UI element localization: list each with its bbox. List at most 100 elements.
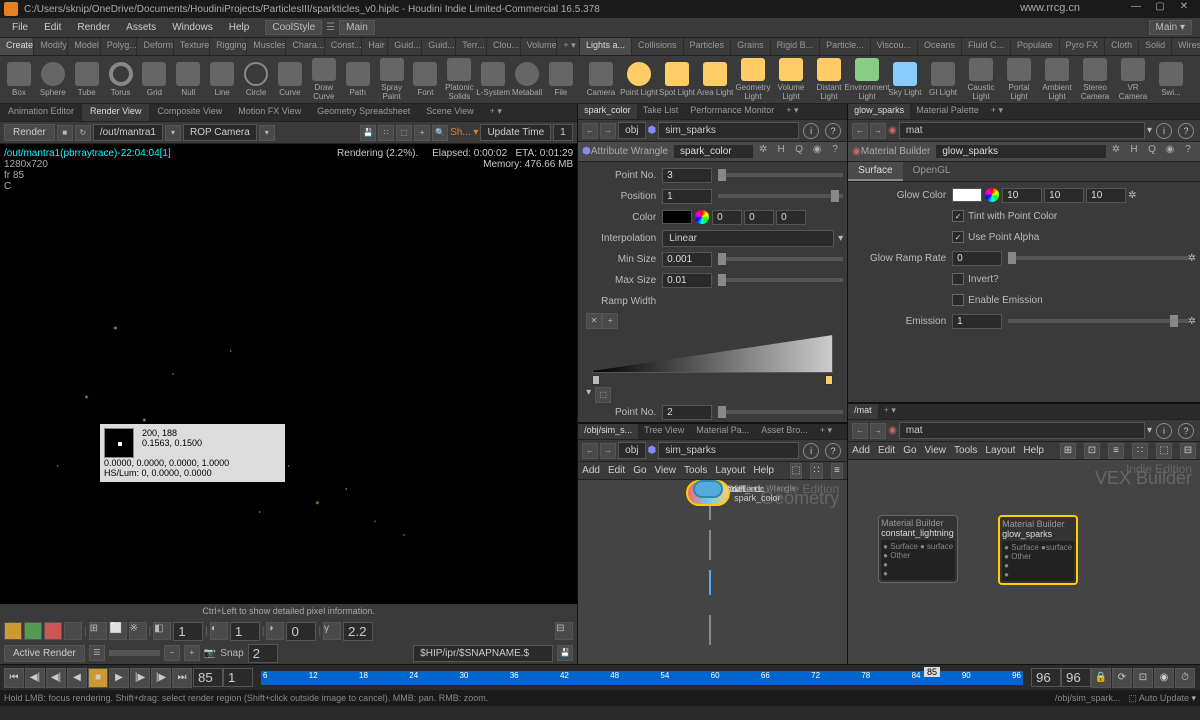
timeline-track[interactable]: 6121824303642485460667278849096 85 <box>261 671 1023 685</box>
tool-vollight[interactable]: Volume Light <box>772 58 810 101</box>
play-icon[interactable]: ▶ <box>109 668 129 688</box>
gamma-field[interactable] <box>343 622 373 641</box>
stop-icon[interactable]: ■ <box>88 668 108 688</box>
step-fwd-icon[interactable]: |▶ <box>130 668 150 688</box>
tool-lsystem[interactable]: L-System <box>476 58 510 101</box>
last-frame-icon[interactable]: ⏭ <box>172 668 192 688</box>
network-view-mid[interactable]: Indie Edition Geometry from_ndc add1 con… <box>578 480 847 664</box>
tool-arealight[interactable]: Area Light <box>696 58 734 101</box>
render-viewport[interactable]: /out/mantra1(pbrraytrace)-22:04:04[1] 12… <box>0 144 577 604</box>
menu-file[interactable]: File <box>4 22 36 33</box>
node-name-field[interactable]: spark_color <box>674 145 753 158</box>
tool-switcher[interactable]: Swi... <box>1152 58 1190 101</box>
tool-stereocam[interactable]: Stereo Camera <box>1076 58 1114 101</box>
pin-icon[interactable]: i <box>803 123 819 139</box>
ramp-widget[interactable] <box>592 333 833 383</box>
current-frame-field[interactable] <box>193 668 223 687</box>
emission-checkbox[interactable] <box>952 294 964 306</box>
status-hint: Hold LMB: focus rendering. Shift+drag: s… <box>4 693 488 703</box>
save-icon[interactable]: 💾 <box>360 125 376 141</box>
tool-ambientlight[interactable]: Ambient Light <box>1038 58 1076 101</box>
tool-circle[interactable]: Circle <box>239 58 273 101</box>
clock-icon[interactable]: ⏱ <box>1175 668 1195 688</box>
exposure-field[interactable] <box>173 622 203 641</box>
close-button[interactable]: ✕ <box>1172 1 1196 17</box>
minimize-button[interactable]: — <box>1124 1 1148 17</box>
node-out[interactable]: OUT <box>693 480 746 498</box>
first-frame-icon[interactable]: ⏮ <box>4 668 24 688</box>
menu-edit[interactable]: Edit <box>36 22 69 33</box>
tool-geolight[interactable]: Geometry Light <box>734 58 772 101</box>
timeline: ⏮ ◀| ◀| ◀ ■ ▶ |▶ |▶ ⏭ 612182430364248546… <box>0 664 1200 690</box>
tool-null[interactable]: Null <box>171 58 205 101</box>
invert-checkbox[interactable] <box>952 273 964 285</box>
shelf-tools-right: Camera Point Light Spot Light Area Light… <box>580 56 1200 104</box>
step-back-icon[interactable]: ◀| <box>46 668 66 688</box>
refresh-icon[interactable]: ↻ <box>75 125 91 141</box>
tool-torus[interactable]: Torus <box>104 58 138 101</box>
tool-tube[interactable]: Tube <box>70 58 104 101</box>
colorwheel-icon[interactable] <box>695 210 709 224</box>
tool-gilight[interactable]: GI Light <box>924 58 962 101</box>
tool-vrcam[interactable]: VR Camera <box>1114 58 1152 101</box>
gear-icon[interactable]: ✲ <box>755 144 771 160</box>
menu-assets[interactable]: Assets <box>118 22 164 33</box>
tool-causticlight[interactable]: Caustic Light <box>962 58 1000 101</box>
pixel-info-tooltip: 200, 188 0.1563, 0.1500 0.0000, 0.0000, … <box>100 424 285 482</box>
tool-platonic[interactable]: Platonic Solids <box>442 58 476 101</box>
save-snap-icon[interactable]: 💾 <box>557 645 573 661</box>
tool-curve[interactable]: Curve <box>273 58 307 101</box>
tool-metaball[interactable]: Metaball <box>510 58 544 101</box>
tool-line[interactable]: Line <box>205 58 239 101</box>
view-toolbar: | ⊞ ⬜ ※ | ◧ | ◐ | ◑ | γ ⊟ <box>0 620 577 642</box>
tool-portallight[interactable]: Portal Light <box>1000 58 1038 101</box>
context-selector-right[interactable]: Main ▾ <box>1149 20 1192 35</box>
menu-help[interactable]: Help <box>221 22 258 33</box>
tool-envlight[interactable]: Environment Light <box>848 58 886 101</box>
gamma-icon[interactable]: γ <box>323 622 341 640</box>
help-icon[interactable]: ? <box>827 144 843 160</box>
menu-render[interactable]: Render <box>69 22 118 33</box>
viewport-hint: Ctrl+Left to show detailed pixel informa… <box>0 604 577 620</box>
tool-skylight[interactable]: Sky Light <box>886 58 924 101</box>
zoom-icon[interactable]: 🔍 <box>432 125 448 141</box>
context-selector[interactable]: Main <box>339 20 375 35</box>
tool-spraypaint[interactable]: Spray Paint <box>375 58 409 101</box>
color-swatch[interactable] <box>662 210 692 224</box>
matnode-glow-sparks[interactable]: Material Builder glow_sparks ● Surfacesu… <box>998 515 1078 585</box>
forward-icon[interactable]: → <box>600 123 616 139</box>
camera-icon[interactable]: 📷 <box>204 648 216 659</box>
tool-drawcurve[interactable]: Draw Curve <box>307 58 341 101</box>
add-tab-icon[interactable]: + ▾ <box>482 104 510 121</box>
tool-path[interactable]: Path <box>341 58 375 101</box>
matnode-constant[interactable]: Material Builder constant_lightning ● Su… <box>878 515 958 583</box>
tool-distantlight[interactable]: Distant Light <box>810 58 848 101</box>
shelf-create[interactable]: Create <box>0 38 34 55</box>
tool-spotlight[interactable]: Spot Light <box>658 58 696 101</box>
tool-pointlight[interactable]: Point Light <box>620 58 658 101</box>
pointno-field[interactable] <box>662 168 712 183</box>
menu-windows[interactable]: Windows <box>164 22 221 33</box>
stop-icon[interactable]: ■ <box>57 125 73 141</box>
rop-path[interactable]: /out/mantra1 <box>93 124 163 141</box>
tool-file[interactable]: File <box>544 58 578 101</box>
tool-sphere[interactable]: Sphere <box>36 58 70 101</box>
render-button[interactable]: Render <box>4 124 55 141</box>
camera-selector[interactable]: ROP Camera <box>183 124 257 141</box>
desktop-selector[interactable]: CoolStyle <box>265 20 322 35</box>
play-back-icon[interactable]: ◀ <box>67 668 87 688</box>
tool-camera[interactable]: Camera <box>582 58 620 101</box>
back-icon[interactable]: ← <box>582 123 598 139</box>
network-view-right[interactable]: Indie Edition VEX Builder Material Build… <box>848 460 1200 664</box>
tint-checkbox[interactable]: ✓ <box>952 210 964 222</box>
lock-icon[interactable]: 🔒 <box>1091 668 1111 688</box>
gear-icon[interactable]: ✲ <box>1108 144 1124 160</box>
tool-grid[interactable]: Grid <box>138 58 172 101</box>
tool-font[interactable]: Font <box>409 58 443 101</box>
tool-box[interactable]: Box <box>2 58 36 101</box>
maximize-button[interactable]: ▢ <box>1148 1 1172 17</box>
next-key-icon[interactable]: |▶ <box>151 668 171 688</box>
alpha-checkbox[interactable]: ✓ <box>952 231 964 243</box>
prev-key-icon[interactable]: ◀| <box>25 668 45 688</box>
glow-color-swatch[interactable] <box>952 188 982 202</box>
